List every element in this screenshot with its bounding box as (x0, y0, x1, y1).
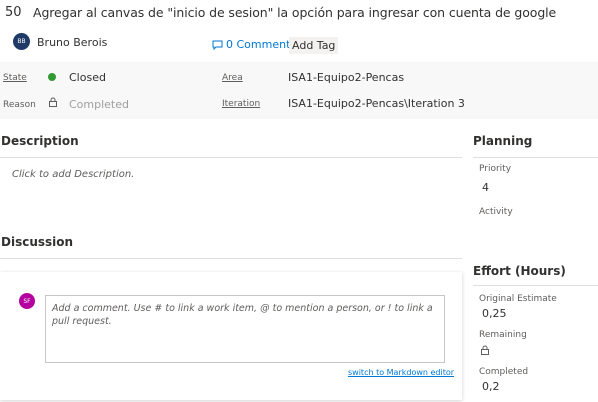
reason-label: Reason (3, 100, 36, 110)
work-item-title[interactable]: Agregar al canvas de "inicio de sesion" … (33, 5, 556, 20)
comment-icon (212, 40, 223, 50)
user-avatar: SF (19, 293, 35, 309)
remaining-label: Remaining (479, 330, 527, 340)
area-label: Area (222, 73, 243, 83)
comments-link[interactable]: 0 Comments (212, 38, 296, 51)
reason-value: Completed (69, 98, 129, 111)
iteration-value[interactable]: ISA1-Equipo2-Pencas\Iteration 3 (288, 97, 465, 110)
completed-label: Completed (479, 367, 529, 377)
comment-placeholder: Add a comment. Use # to link a work item… (52, 303, 433, 327)
remaining-lock-icon (481, 345, 489, 355)
original-estimate-label: Original Estimate (479, 294, 557, 304)
discussion-heading: Discussion (1, 235, 74, 249)
effort-divider (473, 285, 598, 286)
work-item-id: 50 (5, 5, 22, 20)
author-avatar: BB (13, 33, 30, 50)
area-value[interactable]: ISA1-Equipo2-Pencas (288, 71, 404, 84)
author-name[interactable]: Bruno Berois (37, 36, 107, 49)
add-tag-button[interactable]: Add Tag (289, 37, 339, 54)
description-heading: Description (1, 134, 79, 148)
discussion-divider (0, 258, 462, 259)
description-input[interactable]: Click to add Description. (12, 169, 134, 180)
description-divider (0, 157, 462, 158)
iteration-label: Iteration (222, 99, 261, 109)
state-label: State (3, 73, 27, 83)
priority-value[interactable]: 4 (482, 181, 489, 194)
original-estimate-value[interactable]: 0,25 (482, 307, 507, 320)
planning-heading: Planning (473, 134, 533, 148)
completed-value[interactable]: 0,2 (482, 380, 500, 393)
planning-divider (473, 157, 598, 158)
markdown-editor-link[interactable]: switch to Markdown editor (348, 368, 454, 377)
priority-label: Priority (479, 164, 512, 174)
state-dot-icon (48, 73, 56, 81)
activity-label: Activity (479, 207, 513, 217)
comment-input[interactable]: Add a comment. Use # to link a work item… (45, 295, 445, 363)
state-value[interactable]: Closed (69, 71, 106, 84)
lock-icon (49, 97, 57, 107)
effort-heading: Effort (Hours) (473, 264, 566, 278)
comments-count: 0 Comments (226, 38, 297, 51)
title-row: 50 Agregar al canvas de "inicio de sesio… (0, 0, 598, 26)
